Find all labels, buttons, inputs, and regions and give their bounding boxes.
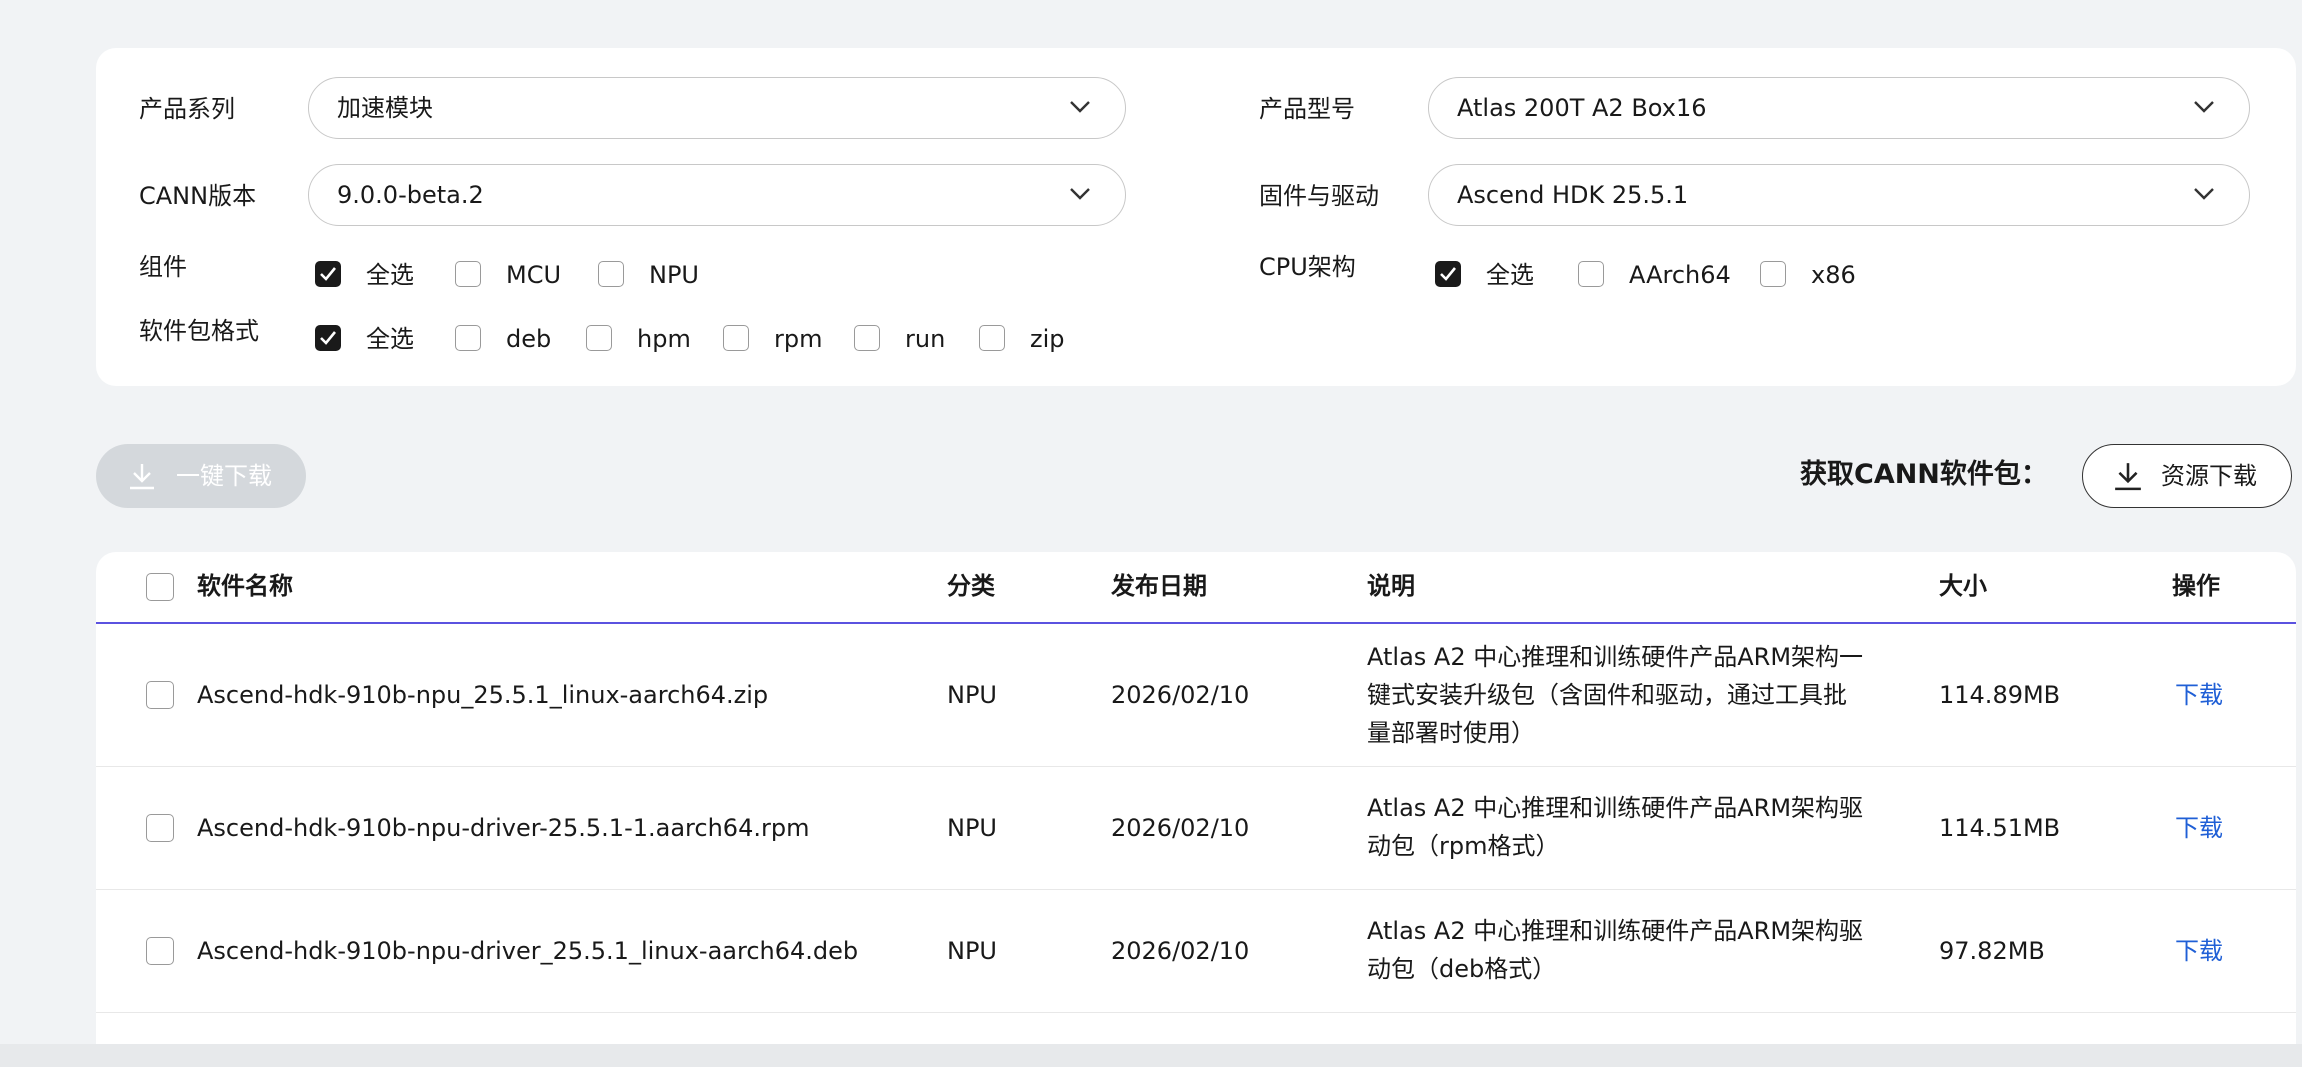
checkbox-checked[interactable] [315,261,341,287]
description-line: 动包（deb格式） [1367,955,1557,983]
checkbox[interactable] [455,261,481,287]
checkbox-label: 全选 [366,261,414,289]
checkbox[interactable] [1578,261,1604,287]
checkbox-label: NPU [649,261,699,289]
description-line: Atlas A2 中心推理和训练硬件产品ARM架构一 [1367,643,1864,671]
download-icon [130,464,154,490]
product-series-value: 加速模块 [337,94,433,122]
download-all-button[interactable]: 一键下载 [96,444,306,508]
firmware-driver-label: 固件与驱动 [1259,182,1379,210]
column-header-size: 大小 [1939,572,1987,600]
checkbox-label: deb [506,325,552,353]
table-row: Ascend-hdk-910b-npu-driver-25.5.1-1.aarc… [96,767,2296,890]
checkbox[interactable] [598,261,624,287]
checkbox-label: 全选 [366,325,414,353]
select-all-checkbox[interactable] [146,573,174,601]
cann-package-title: 获取CANN软件包： [1800,459,2048,490]
column-header-name: 软件名称 [197,572,293,600]
chevron-down-icon [1070,101,1090,113]
check-icon [320,331,337,345]
description-line: 量部署时使用） [1367,719,1535,747]
checkbox-label: hpm [637,325,691,353]
row-name: Ascend-hdk-910b-npu-driver_25.5.1_linux-… [197,937,859,965]
checkbox-label: zip [1030,325,1065,353]
description-line: Atlas A2 中心推理和训练硬件产品ARM架构驱 [1367,794,1864,822]
resource-download-button[interactable]: 资源下载 [2082,444,2292,508]
table-row: Ascend-hdk-910b-npu-driver_25.5.1_linux-… [96,890,2296,1013]
description-line: Atlas A2 中心推理和训练硬件产品ARM架构驱 [1367,917,1864,945]
chevron-down-icon [1070,188,1090,200]
column-header-category: 分类 [947,572,995,600]
components-label: 组件 [139,253,187,281]
row-description: Atlas A2 中心推理和训练硬件产品ARM架构一 键式安装升级包（含固件和驱… [1367,638,1897,752]
checkbox-label: AArch64 [1629,261,1731,289]
check-icon [320,267,337,281]
checkbox[interactable] [854,325,880,351]
chevron-down-icon [2194,101,2214,113]
row-download-link[interactable]: 下载 [2175,813,2223,843]
cann-version-select[interactable]: 9.0.0-beta.2 [308,164,1126,226]
cpu-arch-checkbox-group: 全选 AArch64 x86 [1435,258,1935,292]
row-checkbox[interactable] [146,814,174,842]
checkbox[interactable] [586,325,612,351]
checkbox-label: x86 [1811,261,1856,289]
download-icon [2115,463,2141,491]
checkbox[interactable] [455,325,481,351]
cpu-arch-label: CPU架构 [1259,253,1356,281]
checkbox-label: 全选 [1486,261,1534,289]
row-description: Atlas A2 中心推理和训练硬件产品ARM架构驱 动包（deb格式） [1367,912,1897,988]
table-header: 软件名称 分类 发布日期 说明 大小 操作 [96,552,2296,624]
checkbox[interactable] [979,325,1005,351]
row-description: Atlas A2 中心推理和训练硬件产品ARM架构驱 动包（rpm格式） [1367,789,1897,865]
product-model-label: 产品型号 [1259,95,1355,123]
cann-version-label: CANN版本 [139,182,257,210]
chevron-down-icon [2194,188,2214,200]
components-checkbox-group: 全选 MCU NPU [315,258,815,292]
firmware-driver-value: Ascend HDK 25.5.1 [1457,181,1689,209]
checkbox-label: MCU [506,261,562,289]
checkbox-label: run [905,325,946,353]
row-download-link[interactable]: 下载 [2175,680,2223,710]
row-date: 2026/02/10 [1111,681,1250,709]
checkbox-checked[interactable] [315,325,341,351]
package-format-label: 软件包格式 [139,317,259,345]
row-size: 114.51MB [1939,814,2061,842]
column-header-description: 说明 [1367,572,1415,600]
filter-panel: 产品系列 加速模块 产品型号 Atlas 200T A2 Box16 CANN版… [96,48,2296,386]
software-table: 软件名称 分类 发布日期 说明 大小 操作 Ascend-hdk-910b-np… [96,552,2296,1052]
row-date: 2026/02/10 [1111,814,1250,842]
row-checkbox[interactable] [146,681,174,709]
firmware-driver-select[interactable]: Ascend HDK 25.5.1 [1428,164,2250,226]
table-row: Ascend-hdk-910b-npu_25.5.1_linux-aarch64… [96,624,2296,767]
column-header-date: 发布日期 [1111,572,1207,600]
checkbox[interactable] [1760,261,1786,287]
row-date: 2026/02/10 [1111,937,1250,965]
row-checkbox[interactable] [146,937,174,965]
checkbox[interactable] [723,325,749,351]
description-line: 动包（rpm格式） [1367,832,1560,860]
row-name: Ascend-hdk-910b-npu_25.5.1_linux-aarch64… [197,681,769,709]
bottom-scroll-area [0,1044,2302,1067]
checkbox-label: rpm [774,325,823,353]
row-size: 97.82MB [1939,937,2045,965]
check-icon [1440,267,1457,281]
download-all-label: 一键下载 [176,462,272,490]
column-header-operation: 操作 [2172,572,2220,600]
product-series-select[interactable]: 加速模块 [308,77,1126,139]
resource-download-label: 资源下载 [2161,462,2257,490]
package-format-checkbox-group: 全选 deb hpm rpm run zip [315,322,1215,356]
description-line: 键式安装升级包（含固件和驱动，通过工具批 [1367,681,1847,709]
row-category: NPU [947,681,997,709]
product-model-value: Atlas 200T A2 Box16 [1457,94,1707,122]
row-size: 114.89MB [1939,681,2061,709]
product-series-label: 产品系列 [139,95,235,123]
row-category: NPU [947,814,997,842]
row-name: Ascend-hdk-910b-npu-driver-25.5.1-1.aarc… [197,814,810,842]
checkbox-checked[interactable] [1435,261,1461,287]
product-model-select[interactable]: Atlas 200T A2 Box16 [1428,77,2250,139]
row-download-link[interactable]: 下载 [2175,936,2223,966]
cann-version-value: 9.0.0-beta.2 [337,181,484,209]
row-category: NPU [947,937,997,965]
